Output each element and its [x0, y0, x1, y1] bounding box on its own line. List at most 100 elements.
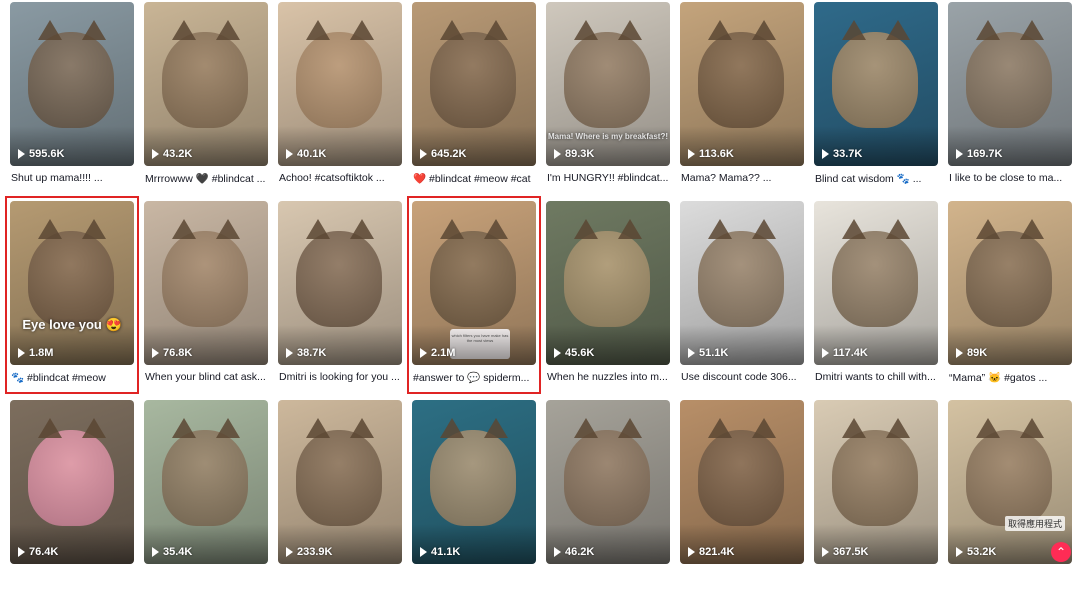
video-card[interactable]: Eye love you 😍1.8M 🐾 #blindcat #meow	[10, 201, 134, 391]
view-count-text: 76.4K	[29, 546, 59, 558]
video-card[interactable]: 40.1K Achoo! #catsoftiktok ...	[278, 2, 402, 192]
cat-ear-shape	[618, 20, 642, 40]
video-caption[interactable]: Use discount code 306...	[681, 371, 803, 383]
video-card[interactable]: 821.4K	[680, 400, 804, 590]
video-thumbnail[interactable]: 595.6K	[10, 2, 134, 166]
video-thumbnail[interactable]: 117.4K	[814, 201, 938, 365]
thumbnail-gradient	[412, 325, 536, 365]
get-app-hint[interactable]: 取得應用程式	[1005, 516, 1066, 531]
cat-shape	[564, 231, 650, 327]
video-thumbnail[interactable]: 76.4K	[10, 400, 134, 564]
video-caption[interactable]: “Mama” 🐱 #gatos ...	[949, 371, 1071, 384]
video-card[interactable]: Mama! Where is my breakfast?!89.3K I'm HU…	[546, 2, 670, 192]
video-card[interactable]: 169.7K I like to be close to ma...	[948, 2, 1072, 192]
video-thumbnail[interactable]: 33.7K	[814, 2, 938, 166]
video-thumbnail[interactable]: 53.2K	[948, 400, 1072, 564]
view-count-text: 45.6K	[565, 347, 595, 359]
video-thumbnail[interactable]: which filters you have make has the most…	[412, 201, 536, 365]
cat-shape	[564, 430, 650, 526]
video-thumbnail[interactable]: 233.9K	[278, 400, 402, 564]
video-caption[interactable]: I like to be close to ma...	[949, 172, 1071, 184]
play-icon	[420, 348, 427, 358]
view-count-text: 51.1K	[699, 347, 729, 359]
video-caption[interactable]: #answer to 💬 spiderm...	[413, 371, 535, 384]
view-count: 233.9K	[286, 546, 332, 558]
thumbnail-gradient	[144, 524, 268, 564]
video-caption[interactable]: Achoo! #catsoftiktok ...	[279, 172, 401, 184]
video-card[interactable]: 76.8K When your blind cat ask...	[144, 201, 268, 391]
video-thumbnail[interactable]: 45.6K	[546, 201, 670, 365]
video-caption[interactable]: Mama? Mama?? ...	[681, 172, 803, 184]
video-thumbnail[interactable]: 40.1K	[278, 2, 402, 166]
play-icon	[420, 149, 427, 159]
video-card[interactable]: 43.2K Mrrrowww 🖤 #blindcat ...	[144, 2, 268, 192]
video-thumbnail[interactable]: 46.2K	[546, 400, 670, 564]
arrow-up-icon: ⌃	[1055, 545, 1067, 559]
cat-shape	[28, 231, 114, 327]
video-caption[interactable]: Dmitri wants to chill with...	[815, 371, 937, 383]
video-card[interactable]: 51.1K Use discount code 306...	[680, 201, 804, 391]
video-caption[interactable]: Mrrrowww 🖤 #blindcat ...	[145, 172, 267, 185]
video-thumbnail[interactable]: 38.7K	[278, 201, 402, 365]
video-thumbnail[interactable]: 41.1K	[412, 400, 536, 564]
video-thumbnail[interactable]: 367.5K	[814, 400, 938, 564]
view-count: 45.6K	[554, 347, 594, 359]
view-count-text: 53.2K	[967, 546, 997, 558]
view-count-text: 89.3K	[565, 148, 595, 160]
cat-shape	[698, 430, 784, 526]
video-card[interactable]: 233.9K	[278, 400, 402, 590]
cat-ear-shape	[1020, 418, 1044, 438]
video-thumbnail[interactable]: 113.6K	[680, 2, 804, 166]
back-to-top-button[interactable]: ⌃	[1051, 542, 1071, 562]
video-thumbnail[interactable]: 35.4K	[144, 400, 268, 564]
video-caption[interactable]: I'm HUNGRY!! #blindcat...	[547, 172, 669, 184]
play-icon	[554, 547, 561, 557]
thumbnail-gradient	[948, 325, 1072, 365]
play-icon	[420, 547, 427, 557]
video-thumbnail[interactable]: 89K	[948, 201, 1072, 365]
view-count: 41.1K	[420, 546, 460, 558]
video-card[interactable]: which filters you have make has the most…	[412, 201, 536, 391]
cat-ear-shape	[216, 418, 240, 438]
view-count: 76.4K	[18, 546, 58, 558]
video-card[interactable]: 113.6K Mama? Mama?? ...	[680, 2, 804, 192]
video-card[interactable]: 89K “Mama” 🐱 #gatos ...	[948, 201, 1072, 391]
video-card[interactable]: 117.4K Dmitri wants to chill with...	[814, 201, 938, 391]
video-thumbnail[interactable]: 169.7K	[948, 2, 1072, 166]
cat-shape	[966, 430, 1052, 526]
thumbnail-gradient	[412, 524, 536, 564]
video-card[interactable]: 41.1K	[412, 400, 536, 590]
video-caption[interactable]: Blind cat wisdom 🐾 ...	[815, 172, 937, 185]
view-count-text: 35.4K	[163, 546, 193, 558]
video-card[interactable]: 645.2K ❤️ #blindcat #meow #cat	[412, 2, 536, 192]
video-thumbnail[interactable]: 821.4K	[680, 400, 804, 564]
video-caption[interactable]: ❤️ #blindcat #meow #cat	[413, 172, 535, 185]
video-thumbnail[interactable]: 43.2K	[144, 2, 268, 166]
video-card[interactable]: 53.2K	[948, 400, 1072, 590]
video-card[interactable]: 35.4K	[144, 400, 268, 590]
cat-ear-shape	[38, 20, 62, 40]
video-caption[interactable]: Shut up mama!!!! ...	[11, 172, 133, 184]
video-thumbnail[interactable]: 51.1K	[680, 201, 804, 365]
video-thumbnail[interactable]: Eye love you 😍1.8M	[10, 201, 134, 365]
video-card[interactable]: 33.7K Blind cat wisdom 🐾 ...	[814, 2, 938, 192]
video-thumbnail[interactable]: Mama! Where is my breakfast?!89.3K	[546, 2, 670, 166]
video-card[interactable]: 38.7K Dmitri is looking for you ...	[278, 201, 402, 391]
video-thumbnail[interactable]: 76.8K	[144, 201, 268, 365]
video-caption[interactable]: When your blind cat ask...	[145, 371, 267, 383]
video-card[interactable]: 595.6K Shut up mama!!!! ...	[10, 2, 134, 192]
video-thumbnail[interactable]: 645.2K	[412, 2, 536, 166]
view-count: 2.1M	[420, 347, 455, 359]
thumbnail-gradient	[10, 126, 134, 166]
video-card[interactable]: 76.4K	[10, 400, 134, 590]
video-caption[interactable]: When he nuzzles into m...	[547, 371, 669, 383]
video-caption[interactable]: Dmitri is looking for you ...	[279, 371, 401, 383]
video-card[interactable]: 46.2K	[546, 400, 670, 590]
video-card[interactable]: 367.5K	[814, 400, 938, 590]
play-icon	[18, 547, 25, 557]
cat-shape	[564, 32, 650, 128]
cat-ear-shape	[976, 20, 1000, 40]
play-icon	[688, 348, 695, 358]
video-caption[interactable]: 🐾 #blindcat #meow	[11, 371, 133, 384]
video-card[interactable]: 45.6K When he nuzzles into m...	[546, 201, 670, 391]
